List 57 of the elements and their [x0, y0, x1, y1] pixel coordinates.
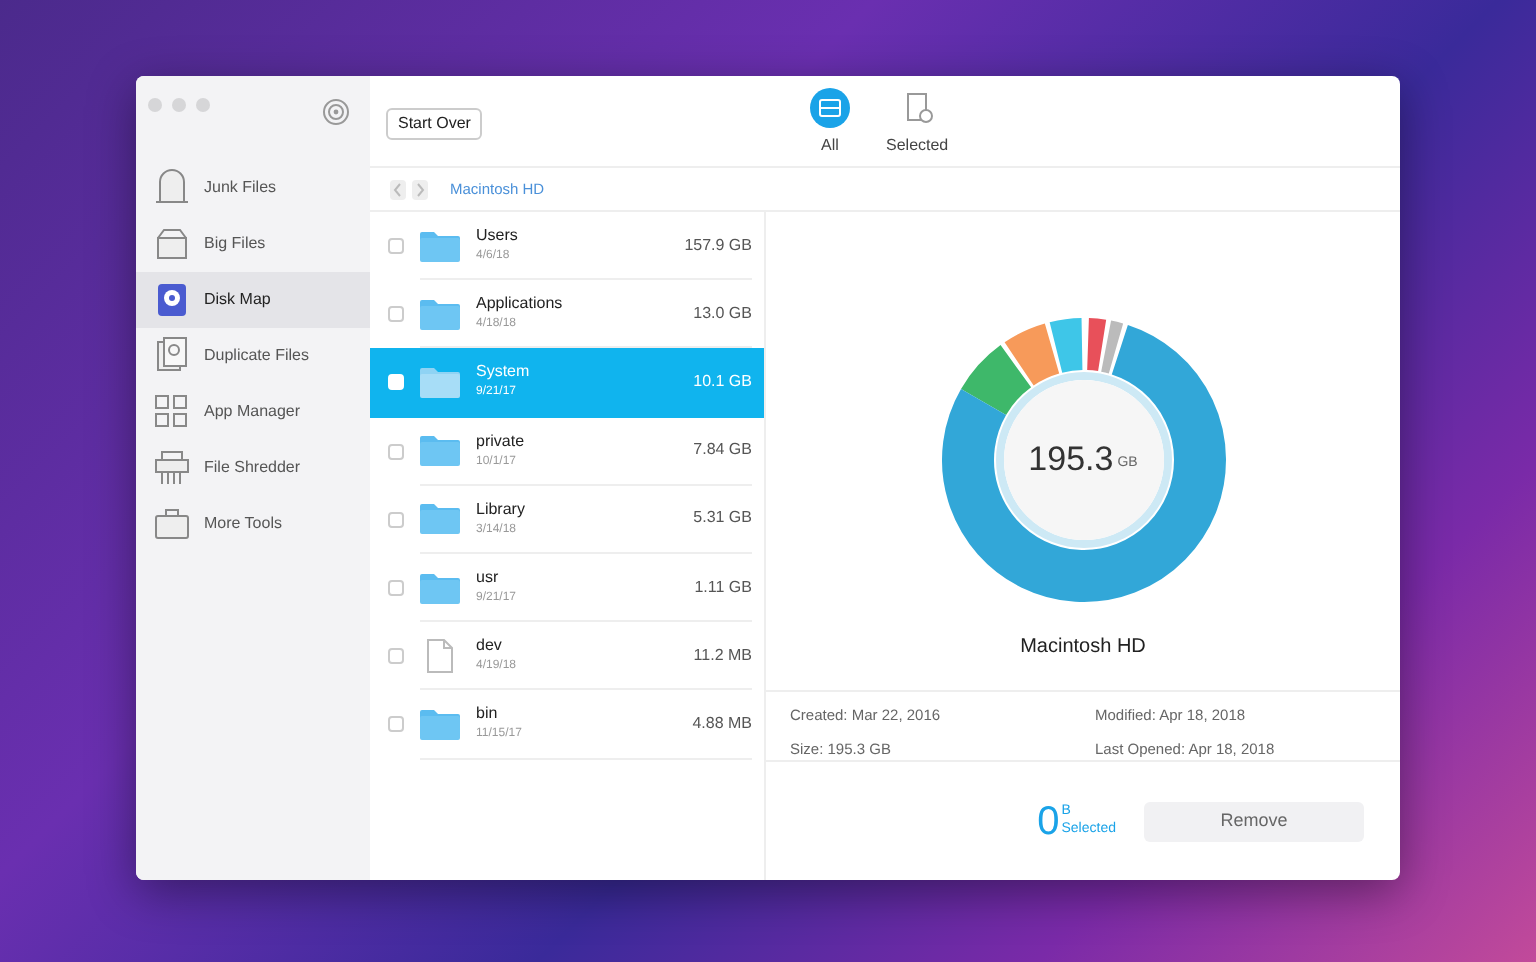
checkbox[interactable] — [388, 306, 404, 323]
file-size: 13.0 GB — [693, 301, 752, 326]
file-name: usr — [476, 566, 501, 591]
forward-arrow-icon[interactable] — [412, 179, 428, 199]
zoom-button[interactable] — [196, 98, 210, 112]
drive-icon — [810, 88, 850, 128]
box-icon — [152, 224, 192, 264]
sidebar-item[interactable]: More Tools — [136, 496, 370, 552]
checkbox[interactable] — [388, 511, 404, 528]
folder-icon — [420, 297, 460, 330]
target-icon[interactable] — [322, 98, 350, 126]
view-tab[interactable]: Selected — [886, 88, 949, 158]
sidebar-item[interactable]: File Shredder — [136, 440, 370, 496]
file-size: 7.84 GB — [693, 438, 752, 463]
file-icon — [426, 637, 454, 674]
minimize-button[interactable] — [172, 98, 186, 112]
file-name: System — [476, 360, 530, 385]
checkbox[interactable] — [388, 238, 404, 255]
selected-size: 0 — [1037, 801, 1060, 841]
sidebar-item[interactable]: Big Files — [136, 216, 370, 272]
file-size: 157.9 GB — [684, 233, 752, 258]
sidebar-item[interactable]: Junk Files — [136, 160, 370, 216]
file-size: 1.11 GB — [694, 575, 752, 600]
disk-total: 195.3 — [1028, 438, 1114, 483]
file-name: Library — [476, 497, 525, 522]
checkbox[interactable] — [388, 716, 404, 733]
file-name: Applications — [476, 292, 563, 317]
sidebar-item[interactable]: App Manager — [136, 384, 370, 440]
view-tab[interactable]: All — [810, 88, 850, 158]
file-name: Users — [476, 224, 518, 249]
checkbox[interactable] — [388, 443, 404, 460]
file-name: bin — [476, 702, 500, 727]
start-over-button[interactable]: Start Over — [386, 108, 483, 140]
folder-icon — [420, 365, 460, 398]
document-search-icon — [152, 336, 192, 376]
file-size: 5.31 GB — [693, 506, 752, 531]
briefcase-icon — [152, 504, 192, 544]
disk-name: Macintosh HD — [1020, 634, 1146, 662]
checkbox[interactable] — [388, 580, 404, 597]
sidebar-item[interactable]: Duplicate Files — [136, 328, 370, 384]
file-size: 4.88 MB — [692, 711, 752, 736]
checkbox[interactable] — [388, 648, 404, 665]
file-size: 10.1 GB — [693, 369, 752, 394]
shredder-icon — [152, 448, 192, 488]
grid-icon — [152, 392, 192, 432]
remove-button[interactable]: Remove — [1144, 801, 1364, 841]
sidebar-item[interactable]: Disk Map — [136, 272, 370, 328]
file-name: dev — [476, 634, 504, 659]
back-arrow-icon[interactable] — [390, 179, 406, 199]
file-size: 11.2 MB — [693, 643, 752, 668]
close-button[interactable] — [148, 98, 162, 112]
folder-icon — [420, 707, 460, 740]
folder-icon — [420, 229, 460, 262]
folder-icon — [420, 502, 460, 535]
file-name: private — [476, 429, 525, 454]
folder-icon — [420, 434, 460, 467]
folder-icon — [420, 571, 460, 604]
